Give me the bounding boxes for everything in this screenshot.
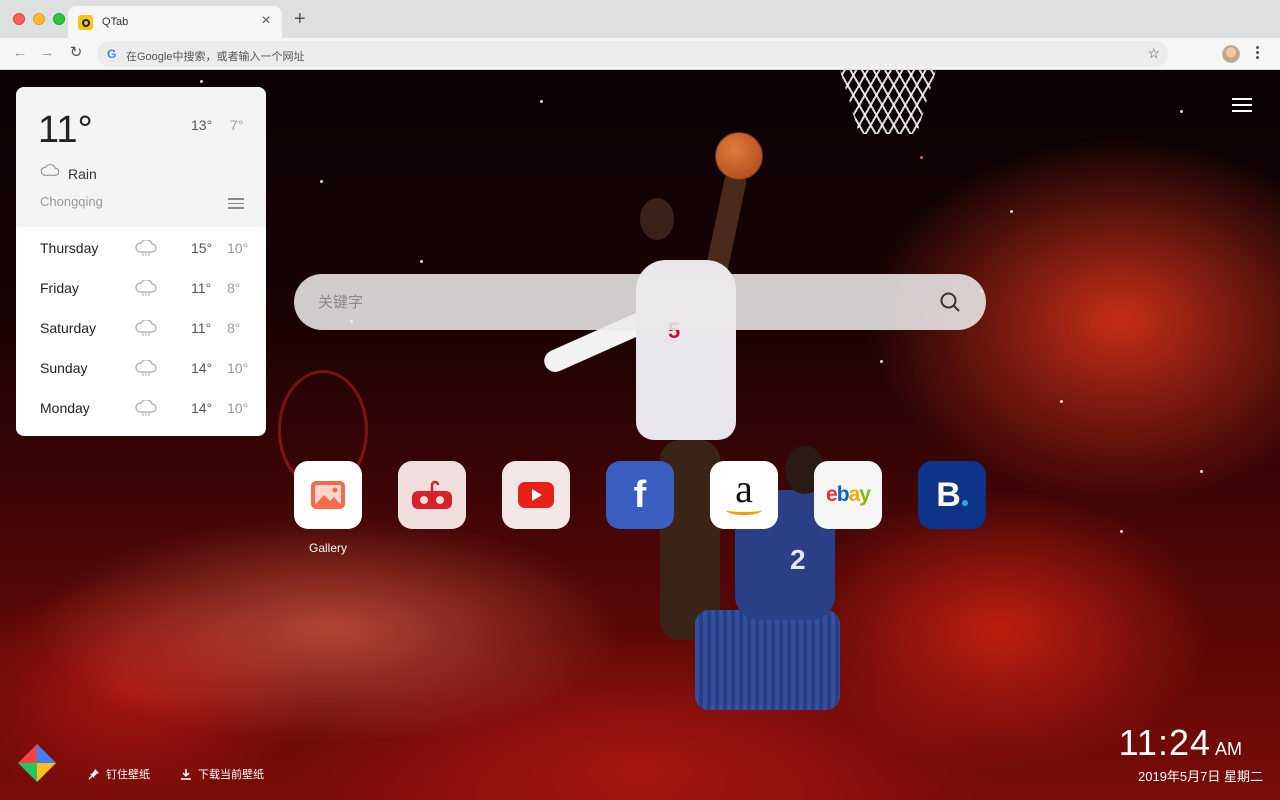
browser-toolbar: ← → ↻ G 在Google中搜索，或者输入一个网址 ☆	[0, 38, 1280, 70]
clock-date: 2019年5月7日 星期二	[1138, 769, 1263, 784]
new-tab-button[interactable]: +	[294, 9, 306, 29]
forecast-low: 10°	[227, 360, 249, 376]
download-wallpaper-label: 下载当前壁纸	[198, 769, 264, 781]
tab-title: QTab	[102, 16, 129, 28]
today-high: 13°	[191, 117, 213, 133]
booking-icon: B	[936, 476, 968, 515]
weather-forecast-list: Thursday 15° 10° Friday 11° 8° Saturday …	[16, 227, 266, 428]
forecast-day: Monday	[40, 400, 90, 416]
forecast-row: Saturday 11° 8°	[16, 308, 266, 348]
clock-ampm: AM	[1215, 739, 1242, 759]
main-menu-icon[interactable]	[1232, 98, 1252, 114]
shortcut-amazon[interactable]: a	[710, 461, 778, 529]
qtab-logo-icon[interactable]	[18, 744, 56, 782]
forecast-high: 11°	[191, 280, 212, 296]
forecast-high: 11°	[191, 320, 212, 336]
pin-wallpaper-label: 钉住壁纸	[106, 769, 150, 781]
forward-button[interactable]: →	[37, 43, 57, 63]
ebay-icon: ebay	[826, 483, 871, 506]
forecast-row: Thursday 15° 10°	[16, 228, 266, 268]
weather-menu-icon[interactable]	[228, 195, 244, 212]
profile-avatar[interactable]	[1222, 45, 1240, 63]
bookmark-star-icon[interactable]: ☆	[1147, 45, 1160, 62]
forecast-row: Sunday 14° 10°	[16, 348, 266, 388]
rain-cloud-icon	[135, 360, 157, 376]
forecast-low: 8°	[227, 280, 241, 296]
forecast-high: 14°	[191, 360, 213, 376]
shortcut-gallery[interactable]	[294, 461, 362, 529]
cloud-icon	[40, 164, 60, 176]
clock: 11:24 AM	[1119, 722, 1242, 764]
weather-widget: 11° 13° 7° Rain Chongqing Thursday 15° 1…	[16, 87, 266, 436]
basketball	[715, 132, 763, 180]
rain-cloud-icon	[135, 400, 157, 416]
qtab-favicon-icon	[78, 15, 93, 30]
forecast-day: Friday	[40, 280, 79, 296]
search-box	[294, 274, 986, 330]
rain-cloud-icon	[135, 320, 157, 336]
forecast-low: 10°	[227, 400, 249, 416]
gamepad-icon	[412, 480, 452, 509]
rain-cloud-icon	[135, 280, 157, 296]
shortcut-gallery-label: Gallery	[308, 541, 347, 555]
browser-titlebar: QTab × +	[0, 0, 1280, 38]
current-temperature: 11°	[38, 109, 93, 151]
forecast-day: Saturday	[40, 320, 97, 336]
reload-button[interactable]: ↻	[66, 43, 86, 63]
search-icon[interactable]	[940, 292, 960, 312]
window-maximize-button[interactable]	[53, 13, 65, 25]
google-icon: G	[107, 47, 117, 61]
rain-cloud-icon	[135, 240, 157, 256]
address-bar-placeholder: 在Google中搜索，或者输入一个网址	[126, 51, 305, 63]
browser-menu-icon[interactable]	[1256, 44, 1262, 61]
window-close-button[interactable]	[13, 13, 25, 25]
shortcut-booking[interactable]: B	[918, 461, 986, 529]
amazon-smile-icon	[726, 505, 762, 515]
browser-tab-qtab[interactable]: QTab ×	[68, 6, 282, 38]
basketball-hoop-net	[840, 70, 936, 134]
image-icon	[311, 481, 345, 509]
weather-city: Chongqing	[40, 194, 103, 209]
download-icon	[181, 769, 191, 780]
youtube-icon	[518, 482, 554, 508]
forecast-high: 14°	[191, 400, 213, 416]
back-button[interactable]: ←	[10, 43, 30, 63]
shortcut-ebay[interactable]: ebay	[814, 461, 882, 529]
tab-close-button[interactable]: ×	[258, 12, 274, 30]
weather-current: 11° 13° 7° Rain Chongqing	[16, 87, 266, 227]
window-minimize-button[interactable]	[33, 13, 45, 25]
forecast-day: Thursday	[40, 240, 99, 256]
forecast-row: Friday 11° 8°	[16, 268, 266, 308]
download-wallpaper-button[interactable]: 下载当前壁纸	[180, 766, 264, 782]
shortcut-youtube[interactable]	[502, 461, 570, 529]
amazon-icon: a	[735, 466, 753, 511]
clock-time: 11:24	[1118, 722, 1211, 763]
forecast-low: 10°	[227, 240, 249, 256]
address-bar[interactable]: G 在Google中搜索，或者输入一个网址 ☆	[97, 41, 1168, 67]
shortcut-game[interactable]	[398, 461, 466, 529]
search-input[interactable]	[318, 288, 918, 316]
forecast-low: 8°	[227, 320, 241, 336]
today-low: 7°	[230, 117, 244, 133]
weather-condition: Rain	[68, 166, 97, 182]
shortcut-facebook[interactable]: f	[606, 461, 674, 529]
pin-wallpaper-button[interactable]: 钉住壁纸	[88, 766, 150, 782]
forecast-row: Monday 14° 10°	[16, 388, 266, 428]
forecast-day: Sunday	[40, 360, 88, 376]
facebook-icon: f	[633, 473, 647, 516]
forecast-high: 15°	[191, 240, 213, 256]
pin-icon	[88, 769, 99, 780]
